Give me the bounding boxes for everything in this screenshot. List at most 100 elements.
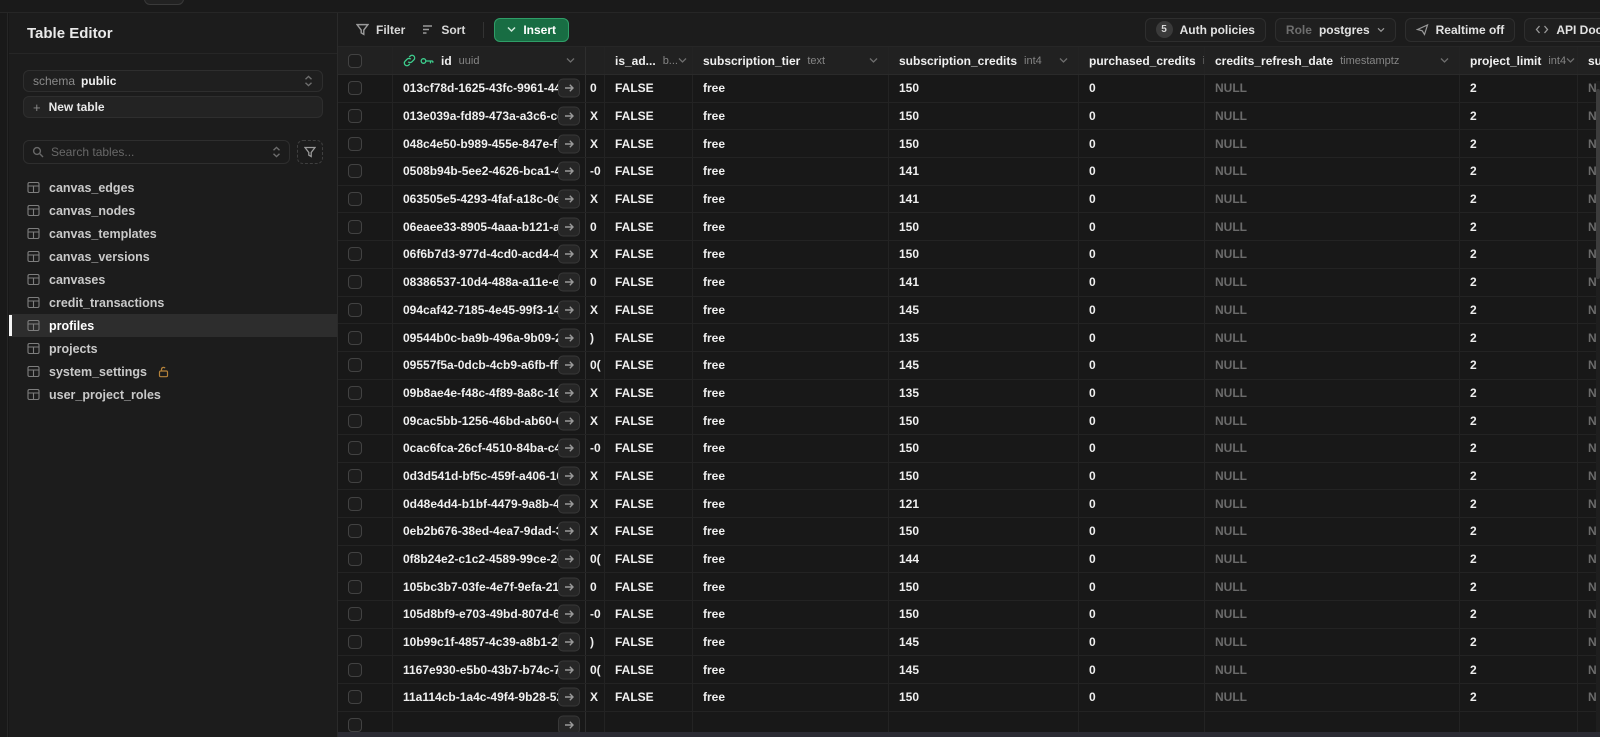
row-subscription-tier-cell[interactable]: free [693,75,889,102]
row-subscription-credits-cell[interactable]: 150 [889,102,1079,130]
row-is-admin-cell[interactable]: FALSE [605,407,693,434]
row-subscription-credits-cell[interactable]: 150 [889,241,1079,268]
row-subscription-credits-cell[interactable]: 135 [889,324,1079,351]
row-id-cell[interactable]: 06f6b7d3-977d-4cd0-acd4-4a78... [393,241,586,268]
row-subscription-tier-cell[interactable]: free [693,351,889,379]
row-checkbox[interactable] [348,109,362,124]
row-credits-refresh-date-cell[interactable]: NULL [1205,324,1460,351]
row-subscription-tier-cell[interactable]: free [693,601,889,628]
row-id-cell[interactable]: 094caf42-7185-4e45-99f3-14abee... [393,296,586,324]
vertical-scrollbar-thumb[interactable] [1596,89,1600,279]
expand-row-button[interactable] [558,78,580,98]
row-subscription-credits-cell[interactable]: 141 [889,268,1079,296]
sort-button[interactable]: Sort [413,18,473,42]
row-id-cell[interactable]: 105bc3b7-03fe-4e7f-9efa-21bb40... [393,573,586,601]
row-subscription-tier-cell[interactable]: free [693,434,889,462]
row-credits-refresh-date-cell[interactable]: NULL [1205,573,1460,601]
row-credits-refresh-date-cell[interactable]: NULL [1205,684,1460,711]
row-truncated-cell[interactable]: X [586,684,605,711]
row-subscription-tier-cell[interactable]: free [693,628,889,656]
expand-row-button[interactable] [558,106,580,126]
row-truncated-cell[interactable]: X [586,130,605,158]
new-table-button[interactable]: + New table [23,96,323,118]
row-id-cell[interactable]: 09b8ae4e-f48c-4f89-8a8c-1629b... [393,379,586,407]
row-purchased-credits-cell[interactable]: 0 [1079,130,1205,158]
sidebar-item-system_settings[interactable]: system_settings [9,360,337,383]
row-id-cell[interactable]: 09544b0c-ba9b-496a-9b09-244... [393,324,586,351]
row-checkbox[interactable] [348,247,362,262]
row-checkbox[interactable] [348,302,362,317]
row-truncated-cell[interactable]: ) [586,628,605,656]
row-id-cell[interactable]: 09cac5bb-1256-46bd-ab60-64ed... [393,407,586,434]
row-purchased-credits-cell[interactable]: 0 [1079,75,1205,102]
row-truncated-cell[interactable]: X [586,241,605,268]
row-credits-refresh-date-cell[interactable]: NULL [1205,75,1460,102]
column-header-purchased-credits[interactable]: purchased_credits int4 [1079,47,1205,74]
row-checkbox[interactable] [348,81,362,96]
row-truncated-cell[interactable]: X [586,407,605,434]
expand-row-button[interactable] [558,244,580,264]
row-project-limit-cell[interactable]: 2 [1460,130,1578,158]
row-purchased-credits-cell[interactable]: 0 [1079,407,1205,434]
api-docs-button[interactable]: API Docs [1524,17,1600,42]
realtime-toggle-button[interactable]: Realtime off [1404,17,1516,42]
row-subscription-tier-cell[interactable]: free [693,241,889,268]
row-id-cell[interactable]: 0d48e4d4-b1bf-4479-9a8b-4a4b... [393,490,586,517]
row-id-cell[interactable]: 063505e5-4293-4faf-a18c-0e65b... [393,185,586,213]
filter-button[interactable]: Filter [348,18,413,42]
row-project-limit-cell[interactable]: 2 [1460,102,1578,130]
row-purchased-credits-cell[interactable]: 0 [1079,684,1205,711]
row-truncated-cell[interactable]: -0 [586,601,605,628]
role-select-button[interactable]: Role postgres [1274,17,1396,42]
column-header-trailing[interactable]: su [1578,47,1600,74]
expand-row-button[interactable] [558,632,580,652]
vertical-scrollbar[interactable] [1596,81,1600,737]
row-id-cell[interactable]: 0f8b24e2-c1c2-4589-99ce-2c52d... [393,545,586,573]
row-credits-refresh-date-cell[interactable]: NULL [1205,656,1460,684]
row-project-limit-cell[interactable]: 2 [1460,185,1578,213]
row-subscription-credits-cell[interactable]: 144 [889,545,1079,573]
row-truncated-cell[interactable]: X [586,102,605,130]
expand-row-button[interactable] [558,272,580,292]
sidebar-item-canvas_versions[interactable]: canvas_versions [9,245,337,268]
chevron-down-icon[interactable] [869,57,878,64]
row-checkbox[interactable] [348,468,362,483]
chevron-down-icon[interactable] [1440,57,1449,64]
row-subscription-tier-cell[interactable]: free [693,102,889,130]
row-credits-refresh-date-cell[interactable]: NULL [1205,130,1460,158]
row-credits-refresh-date-cell[interactable]: NULL [1205,379,1460,407]
row-checkbox[interactable] [348,164,362,179]
row-purchased-credits-cell[interactable]: 0 [1079,102,1205,130]
row-subscription-tier-cell[interactable]: free [693,490,889,517]
row-credits-refresh-date-cell[interactable]: NULL [1205,545,1460,573]
row-purchased-credits-cell[interactable]: 0 [1079,351,1205,379]
row-project-limit-cell[interactable]: 2 [1460,684,1578,711]
row-is-admin-cell[interactable]: FALSE [605,75,693,102]
row-checkbox[interactable] [348,718,362,733]
row-subscription-tier-cell[interactable]: free [693,573,889,601]
row-project-limit-cell[interactable]: 2 [1460,296,1578,324]
row-id-cell[interactable]: 0cac6fca-26cf-4510-84ba-c4580... [393,434,586,462]
search-tables-input[interactable] [51,145,265,159]
row-purchased-credits-cell[interactable]: 0 [1079,490,1205,517]
row-id-cell[interactable]: 0eb2b676-38ed-4ea7-9dad-38e6... [393,518,586,545]
row-is-admin-cell[interactable]: FALSE [605,102,693,130]
row-truncated-cell[interactable]: X [586,296,605,324]
row-is-admin-cell[interactable]: FALSE [605,185,693,213]
row-project-limit-cell[interactable]: 2 [1460,379,1578,407]
row-id-cell[interactable]: 11a114cb-1a4c-49f4-9b28-52219ec... [393,684,586,711]
row-project-limit-cell[interactable]: 2 [1460,158,1578,185]
row-is-admin-cell[interactable]: FALSE [605,684,693,711]
row-project-limit-cell[interactable]: 2 [1460,268,1578,296]
row-project-limit-cell[interactable]: 2 [1460,241,1578,268]
sidebar-item-canvas_nodes[interactable]: canvas_nodes [9,199,337,222]
row-truncated-cell[interactable]: X [586,490,605,517]
row-id-cell[interactable]: 09557f5a-0dcb-4cb9-a6fb-fff366... [393,351,586,379]
row-credits-refresh-date-cell[interactable]: NULL [1205,158,1460,185]
row-id-cell[interactable]: 013cf78d-1625-43fc-9961-442189... [393,75,586,102]
row-subscription-credits-cell[interactable]: 135 [889,379,1079,407]
column-header-subscription-credits[interactable]: subscription_credits int4 [889,47,1079,74]
row-subscription-tier-cell[interactable]: free [693,545,889,573]
row-checkbox[interactable] [348,192,362,207]
row-subscription-credits-cell[interactable]: 150 [889,518,1079,545]
